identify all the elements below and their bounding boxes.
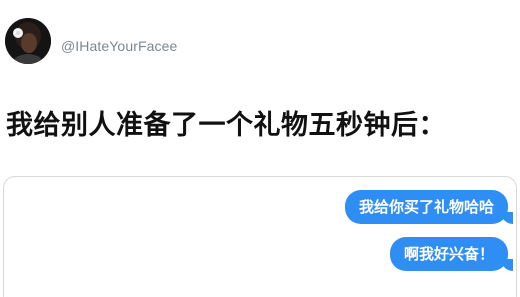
- message-bubble: 我给你买了礼物哈哈: [344, 190, 514, 224]
- avatar[interactable]: [5, 18, 51, 64]
- user-avatar-icon: [5, 18, 51, 64]
- message-text: 我给你买了礼物哈哈: [358, 198, 494, 216]
- message-bubble: 啊我好兴奋！: [389, 237, 514, 271]
- message-text: 啊我好兴奋！: [403, 245, 494, 263]
- post-card: @IHateYourFacee 我给别人准备了一个礼物五秒钟后： 我给你买了礼物…: [0, 0, 520, 297]
- user-handle[interactable]: @IHateYourFacee: [61, 38, 177, 54]
- post-headline: 我给别人准备了一个礼物五秒钟后：: [6, 110, 446, 141]
